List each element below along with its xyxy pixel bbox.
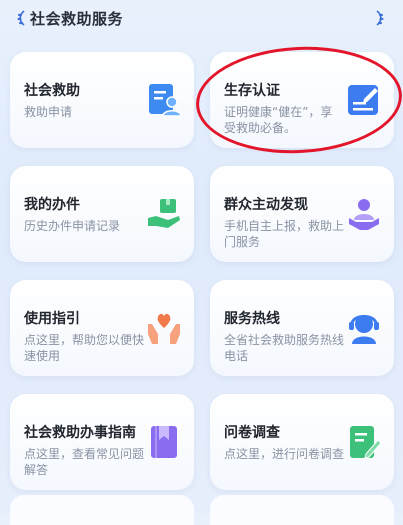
header: 社会救助服务 <box>0 0 403 40</box>
card-my-cases[interactable]: 我的办件 历史办件申请记录 <box>10 166 194 262</box>
card-subtitle: 救助申请 <box>24 105 73 119</box>
headset-agent-icon <box>349 315 379 344</box>
laurel-left-icon <box>17 10 25 26</box>
card-service-hotline[interactable]: 服务热线 全省社会救助服务热线电话 <box>210 280 394 376</box>
card-service-guide[interactable]: 社会救助办事指南 点这里，查看常见问题解答 <box>10 394 194 490</box>
card-social-assistance[interactable]: 社会救助 救助申请 <box>10 52 194 148</box>
card-subtitle: 历史办件申请记录 <box>24 219 121 233</box>
card-partial[interactable] <box>10 495 194 525</box>
person-document-icon <box>149 84 182 117</box>
card-title: 使用指引 <box>24 311 80 327</box>
laurel-right-icon <box>376 10 384 26</box>
card-title: 服务热线 <box>224 311 280 327</box>
bookmark-book-icon <box>151 426 177 458</box>
card-subtitle: 点这里，帮助您以便快速使用 <box>24 333 145 363</box>
card-usage-guide[interactable]: 使用指引 点这里，帮助您以便快速使用 <box>10 280 194 376</box>
card-title: 我的办件 <box>24 197 80 213</box>
card-subtitle: 手机自主上报，救助上门服务 <box>224 219 345 249</box>
person-care-icon <box>349 199 379 230</box>
hands-heart-icon <box>148 313 180 344</box>
card-title: 群众主动发现 <box>224 197 308 213</box>
survey-edit-icon <box>350 426 382 459</box>
card-subtitle: 全省社会救助服务热线电话 <box>224 333 345 363</box>
page-title: 社会救助服务 <box>30 10 124 28</box>
card-title: 社会救助办事指南 <box>24 425 136 441</box>
card-questionnaire[interactable]: 问卷调查 点这里，进行问卷调查 <box>210 394 394 490</box>
card-partial[interactable] <box>210 495 394 525</box>
card-public-discovery[interactable]: 群众主动发现 手机自主上报，救助上门服务 <box>210 166 394 262</box>
card-title: 社会救助 <box>24 83 80 99</box>
card-subtitle: 点这里，查看常见问题解答 <box>24 447 145 477</box>
card-subtitle: 点这里，进行问卷调查 <box>224 447 345 461</box>
hand-box-icon <box>148 199 180 228</box>
card-title: 问卷调查 <box>224 425 280 441</box>
